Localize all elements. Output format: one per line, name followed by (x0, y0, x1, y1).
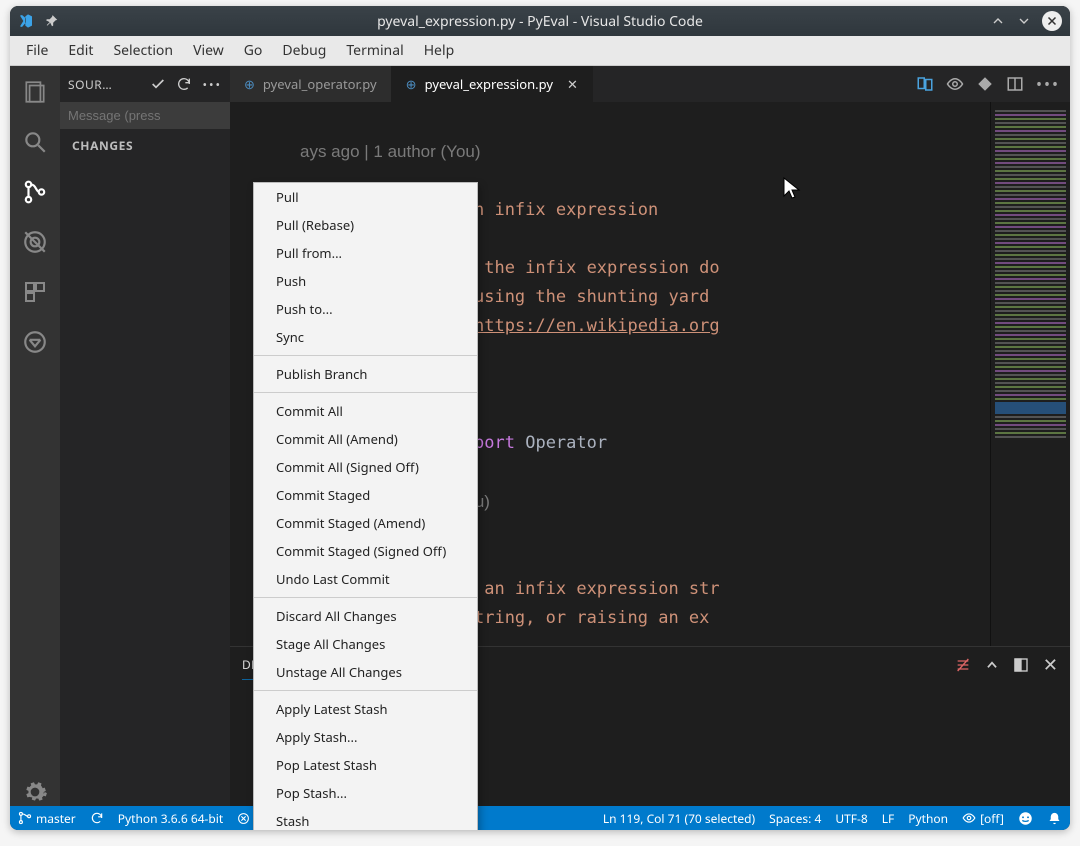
commit-message-input[interactable] (60, 102, 230, 129)
diamond-icon[interactable] (976, 75, 994, 93)
editor-tabbar: ⊕ pyeval_operator.py ⊕ pyeval_expression… (230, 66, 1070, 102)
gitlens-blame: ays ago | 1 author (You) (300, 142, 481, 161)
status-cursor-pos[interactable]: Ln 119, Col 71 (70 selected) (603, 810, 755, 827)
activity-search-icon[interactable] (21, 128, 49, 156)
compare-changes-icon[interactable] (916, 75, 934, 93)
menu-pop-stash[interactable]: Pop Stash... (254, 779, 477, 807)
menu-commit-all-signed[interactable]: Commit All (Signed Off) (254, 453, 477, 481)
editor-more-icon[interactable]: ••• (1036, 73, 1060, 95)
pin-icon[interactable] (44, 13, 60, 29)
tab-pyeval-operator[interactable]: ⊕ pyeval_operator.py (230, 66, 392, 102)
minimap[interactable] (990, 102, 1070, 646)
window-maximize-icon[interactable] (1016, 13, 1032, 29)
scm-sidebar: SOUR… ••• CHANGES (60, 66, 230, 806)
panel-chevron-up-icon[interactable] (985, 658, 999, 672)
refresh-icon[interactable] (176, 76, 192, 92)
status-eol[interactable]: LF (882, 810, 895, 827)
python-file-icon: ⊕ (244, 75, 255, 93)
menu-unstage-all[interactable]: Unstage All Changes (254, 658, 477, 686)
status-language[interactable]: Python (908, 810, 948, 827)
activity-settings-icon[interactable] (21, 778, 49, 806)
menu-push-to[interactable]: Push to... (254, 295, 477, 323)
menu-apply-latest-stash[interactable]: Apply Latest Stash (254, 695, 477, 723)
menu-commit-staged-amend[interactable]: Commit Staged (Amend) (254, 509, 477, 537)
window-minimize-icon[interactable] (990, 13, 1006, 29)
menu-pull[interactable]: Pull (254, 183, 477, 211)
menu-push[interactable]: Push (254, 267, 477, 295)
panel-maximize-icon[interactable] (1013, 657, 1029, 673)
window-close-icon[interactable] (1042, 11, 1062, 31)
menu-pop-latest-stash[interactable]: Pop Latest Stash (254, 751, 477, 779)
status-encoding[interactable]: UTF-8 (835, 810, 867, 827)
tab-pyeval-expression[interactable]: ⊕ pyeval_expression.py ✕ (392, 66, 593, 102)
status-feedback-icon[interactable] (1018, 811, 1033, 826)
changes-section-header[interactable]: CHANGES (60, 129, 230, 162)
vscode-app-icon (18, 13, 34, 29)
menu-stage-all[interactable]: Stage All Changes (254, 630, 477, 658)
window-title: pyeval_expression.py - PyEval - Visual S… (377, 12, 703, 31)
activity-bar (10, 66, 60, 806)
menu-commit-staged[interactable]: Commit Staged (254, 481, 477, 509)
commit-check-icon[interactable] (150, 76, 166, 92)
wiki-link[interactable]: https://en.wikipedia.org (474, 316, 720, 336)
status-notifications-icon[interactable] (1047, 811, 1062, 826)
status-bar: master Python 3.6.6 64-bit 0 0 ✓ 0 Ln 11… (10, 806, 1070, 830)
os-titlebar: pyeval_expression.py - PyEval - Visual S… (10, 6, 1070, 36)
menu-apply-stash[interactable]: Apply Stash... (254, 723, 477, 751)
scm-more-menu: Pull Pull (Rebase) Pull from... Push Pus… (253, 182, 478, 830)
menu-file[interactable]: File (16, 37, 58, 64)
menu-commit-staged-signed[interactable]: Commit Staged (Signed Off) (254, 537, 477, 565)
tab-label: pyeval_expression.py (425, 75, 553, 93)
menu-selection[interactable]: Selection (103, 37, 183, 64)
menu-go[interactable]: Go (234, 37, 273, 64)
activity-explorer-icon[interactable] (21, 78, 49, 106)
menu-pull-from[interactable]: Pull from... (254, 239, 477, 267)
menu-help[interactable]: Help (414, 37, 465, 64)
menu-sync[interactable]: Sync (254, 323, 477, 351)
status-sync[interactable] (90, 811, 104, 825)
tab-label: pyeval_operator.py (263, 75, 377, 93)
menu-debug[interactable]: Debug (272, 37, 336, 64)
menu-undo-commit[interactable]: Undo Last Commit (254, 565, 477, 593)
status-spellcheck[interactable]: [off] (962, 810, 1004, 827)
menu-commit-all[interactable]: Commit All (254, 397, 477, 425)
status-python[interactable]: Python 3.6.6 64-bit (118, 810, 223, 827)
menu-commit-all-amend[interactable]: Commit All (Amend) (254, 425, 477, 453)
clear-panel-icon[interactable] (955, 657, 971, 673)
status-branch[interactable]: master (18, 810, 76, 827)
toggle-visibility-icon[interactable] (946, 75, 964, 93)
sidebar-title: SOUR… (68, 76, 140, 93)
activity-extensions-icon[interactable] (21, 278, 49, 306)
menu-discard-all[interactable]: Discard All Changes (254, 602, 477, 630)
menu-terminal[interactable]: Terminal (336, 37, 413, 64)
menubar: File Edit Selection View Go Debug Termin… (10, 36, 1070, 66)
more-actions-icon[interactable]: ••• (202, 76, 222, 93)
menu-pull-rebase[interactable]: Pull (Rebase) (254, 211, 477, 239)
menu-publish-branch[interactable]: Publish Branch (254, 360, 477, 388)
status-spaces[interactable]: Spaces: 4 (769, 810, 821, 827)
activity-docker-icon[interactable] (21, 328, 49, 356)
menu-edit[interactable]: Edit (58, 37, 103, 64)
python-file-icon: ⊕ (406, 75, 417, 93)
menu-view[interactable]: View (183, 37, 234, 64)
activity-scm-icon[interactable] (21, 178, 49, 206)
split-editor-icon[interactable] (1006, 75, 1024, 93)
close-tab-icon[interactable]: ✕ (567, 75, 578, 93)
activity-debug-icon[interactable] (21, 228, 49, 256)
panel-close-icon[interactable]: ✕ (1043, 653, 1058, 677)
menu-stash[interactable]: Stash (254, 807, 477, 830)
